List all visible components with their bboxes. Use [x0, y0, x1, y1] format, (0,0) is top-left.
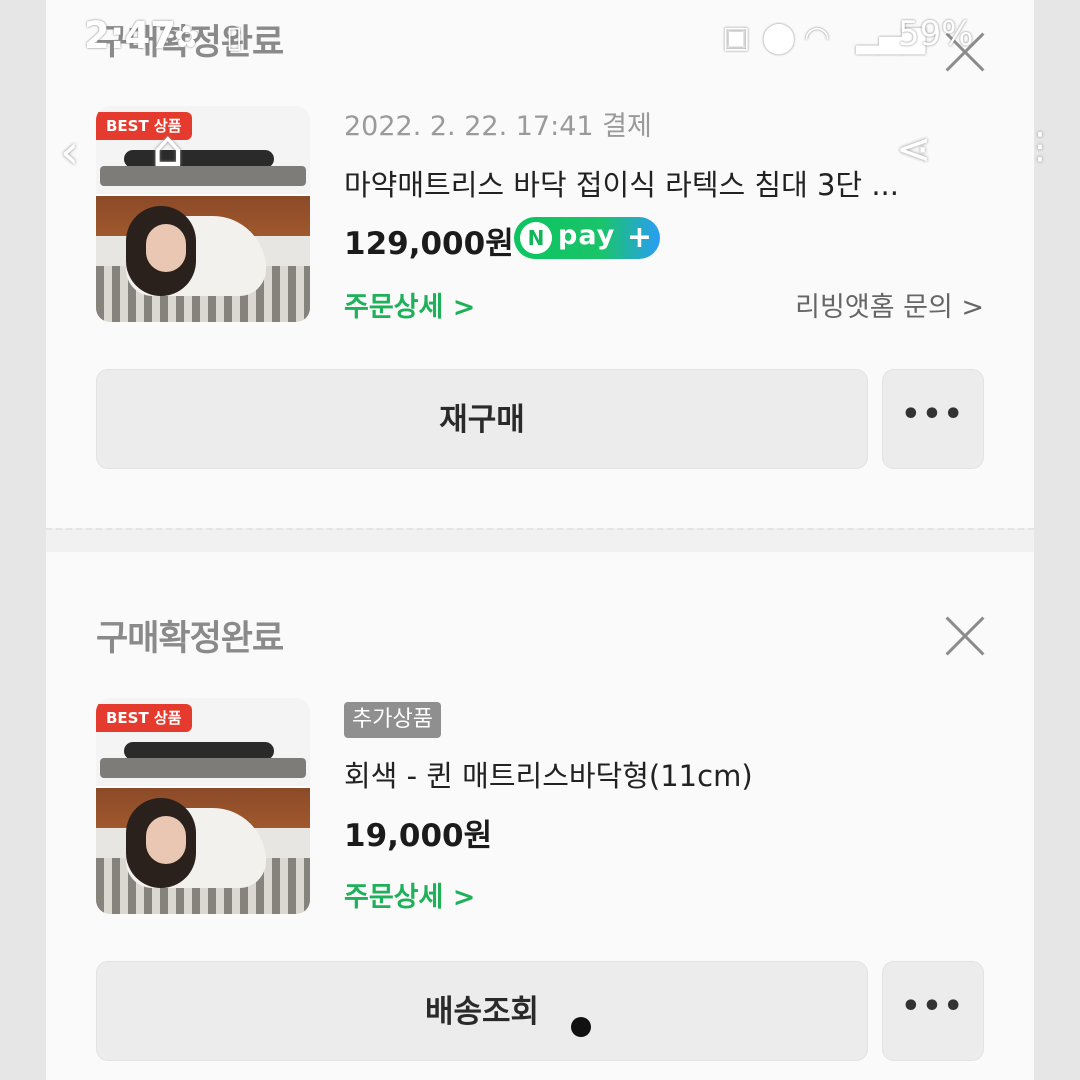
plus-icon: +	[626, 220, 652, 255]
more-options-button[interactable]: •••	[882, 369, 984, 469]
clock: 2:47	[84, 14, 177, 57]
home-icon[interactable]: ⌂	[152, 120, 184, 178]
screen: 구매확정완료 BEST 상품 2022. 2. 22. 17:41 결제 마약매…	[0, 0, 1080, 1080]
best-badge: BEST 상품	[96, 704, 192, 732]
sim-icon: ▯	[226, 20, 243, 55]
notification-icon: ✿	[174, 20, 200, 55]
location-icon: ⬤	[762, 20, 796, 55]
more-vertical-icon[interactable]: ⋮	[1022, 126, 1058, 167]
share-icon[interactable]: ⋖	[896, 124, 931, 173]
payment-date: 2022. 2. 22. 17:41 결제	[344, 111, 652, 142]
track-delivery-button[interactable]: 배송조회	[96, 961, 868, 1061]
product-name[interactable]: 마약매트리스 바닥 접이식 라텍스 침대 3단 ...	[344, 162, 899, 204]
battery-saver-icon: ▣	[722, 20, 751, 55]
order-detail-link[interactable]: 주문상세 >	[344, 875, 475, 914]
order-detail-link[interactable]: 주문상세 >	[344, 285, 475, 324]
product-thumbnail[interactable]: BEST 상품	[96, 106, 310, 322]
status-bar: 2:47 ✿ ▯ ▣ ⬤ ◠ ▂▄▆ 59%	[0, 0, 1080, 76]
battery-level: 59%	[898, 14, 974, 54]
wifi-icon: ◠	[804, 20, 831, 55]
product-name[interactable]: 회색 - 퀸 매트리스바닥형(11cm)	[344, 753, 753, 795]
home-indicator-dot	[571, 1017, 591, 1037]
npay-n-icon: N	[520, 222, 552, 254]
close-icon[interactable]	[943, 614, 987, 658]
product-price: 19,000원	[344, 818, 493, 854]
seller-inquiry-link[interactable]: 리빙앳홈 문의 >	[795, 285, 984, 324]
rebuy-button[interactable]: 재구매	[96, 369, 868, 469]
product-thumbnail[interactable]: BEST 상품	[96, 698, 310, 914]
order-divider	[46, 528, 1034, 552]
more-options-button[interactable]: •••	[882, 961, 984, 1061]
chevron-left-icon[interactable]: ‹	[60, 124, 79, 180]
product-price: 129,000원	[344, 226, 514, 262]
additional-item-tag: 추가상품	[344, 702, 441, 738]
order-status-title: 구매확정완료	[96, 619, 284, 659]
npay-plus-badge: N pay +	[514, 217, 660, 259]
npay-label: pay	[558, 220, 616, 251]
